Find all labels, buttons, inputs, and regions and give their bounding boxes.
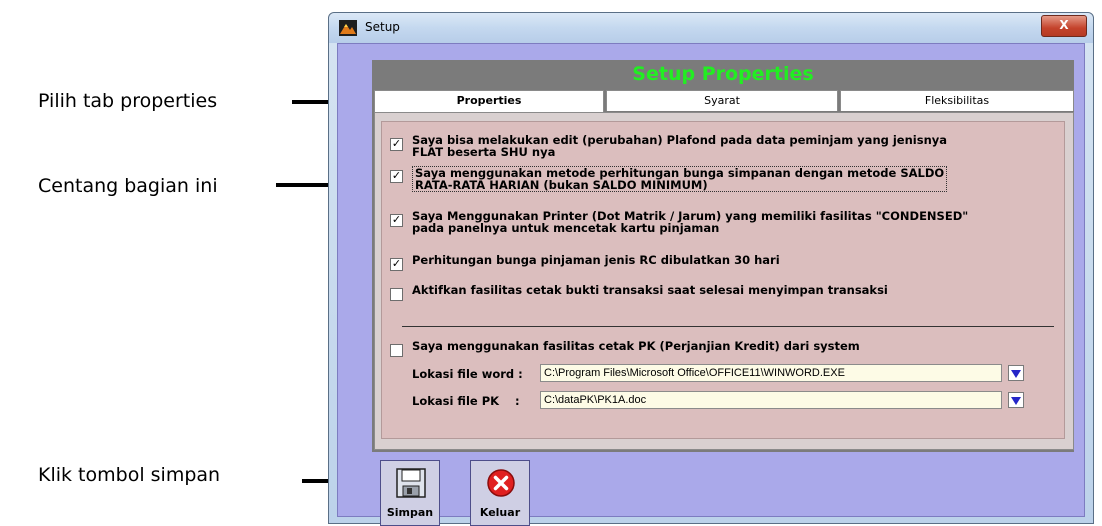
floppy-disk-icon — [396, 468, 426, 498]
annotation-select-tab: Pilih tab properties — [38, 90, 218, 112]
checkbox-saldo-rata-rata[interactable] — [390, 170, 403, 183]
window-close-button[interactable]: X — [1041, 15, 1087, 37]
setup-window: Setup X Setup Properties Properties Syar… — [328, 12, 1094, 526]
exit-button-label: Keluar — [479, 506, 521, 519]
app-icon — [339, 20, 357, 36]
option-cetak-bukti[interactable]: Aktifkan fasilitas cetak bukti transaksi… — [390, 284, 1040, 301]
tab-properties[interactable]: Properties — [374, 90, 604, 113]
word-file-browse-button[interactable] — [1008, 365, 1024, 381]
checkbox-cetak-pk[interactable] — [390, 344, 403, 357]
tab-syarat[interactable]: Syarat — [606, 90, 838, 111]
setup-heading: Setup Properties — [632, 63, 814, 85]
properties-panel: Saya bisa melakukan edit (perubahan) Pla… — [374, 112, 1074, 450]
annotation-save-button: Klik tombol simpan — [38, 464, 221, 486]
word-file-input[interactable]: C:\Program Files\Microsoft Office\OFFICE… — [540, 364, 1002, 382]
window-title: Setup — [365, 20, 400, 34]
title-bar[interactable]: Setup X — [329, 13, 1093, 43]
option-cetak-pk[interactable]: Saya menggunakan fasilitas cetak PK (Per… — [390, 340, 1040, 357]
checkbox-printer-condensed[interactable] — [390, 214, 403, 227]
divider — [402, 326, 1054, 327]
pk-file-label: Lokasi file PK : — [412, 394, 520, 408]
tab-fleksibilitas[interactable]: Fleksibilitas — [840, 90, 1074, 111]
exit-button[interactable]: Keluar — [470, 460, 530, 526]
dropdown-arrow-icon — [1011, 397, 1021, 405]
option-printer-condensed-label: Saya Menggunakan Printer (Dot Matrik / J… — [412, 209, 969, 235]
option-cetak-bukti-label: Aktifkan fasilitas cetak bukti transaksi… — [412, 283, 888, 297]
checkbox-rc-30-hari[interactable] — [390, 258, 403, 271]
save-button-label: Simpan — [386, 506, 434, 519]
option-printer-condensed[interactable]: Saya Menggunakan Printer (Dot Matrik / J… — [390, 210, 1040, 234]
close-circle-icon — [487, 469, 515, 497]
option-edit-plafond-label: Saya bisa melakukan edit (perubahan) Pla… — [412, 133, 948, 159]
annotation-check-option: Centang bagian ini — [38, 175, 218, 197]
tab-strip: Properties Syarat Fleksibilitas — [374, 90, 1074, 113]
option-cetak-pk-label: Saya menggunakan fasilitas cetak PK (Per… — [412, 339, 860, 353]
option-rc-30-hari[interactable]: Perhitungan bunga pinjaman jenis RC dibu… — [390, 254, 1040, 271]
options-group: Saya bisa melakukan edit (perubahan) Pla… — [381, 121, 1065, 439]
option-rc-30-hari-label: Perhitungan bunga pinjaman jenis RC dibu… — [412, 253, 780, 267]
dropdown-arrow-icon — [1011, 370, 1021, 378]
checkbox-edit-plafond[interactable] — [390, 138, 403, 151]
checkbox-cetak-bukti[interactable] — [390, 288, 403, 301]
option-edit-plafond[interactable]: Saya bisa melakukan edit (perubahan) Pla… — [390, 134, 1040, 158]
option-saldo-rata-rata-label: Saya menggunakan metode perhitungan bung… — [412, 166, 948, 192]
option-saldo-rata-rata[interactable]: Saya menggunakan metode perhitungan bung… — [390, 166, 1040, 192]
word-file-label: Lokasi file word : — [412, 367, 523, 381]
save-button[interactable]: Simpan — [380, 460, 440, 526]
client-area: Setup Properties Properties Syarat Fleks… — [337, 43, 1085, 526]
pk-file-browse-button[interactable] — [1008, 392, 1024, 408]
pk-file-input[interactable]: C:\dataPK\PK1A.doc — [540, 391, 1002, 409]
